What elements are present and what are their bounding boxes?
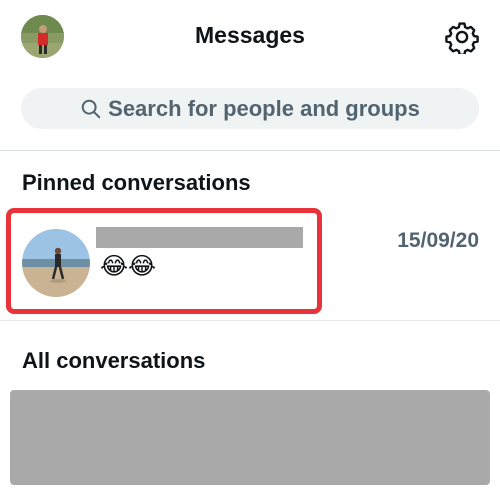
gear-icon — [445, 22, 479, 56]
redacted-conversation-list[interactable] — [10, 390, 490, 485]
divider — [0, 320, 500, 321]
conversation-date: 15/09/20 — [397, 229, 479, 252]
all-conversations-heading: All conversations — [22, 348, 206, 373]
redacted-name — [96, 227, 303, 248]
pinned-conversation-item[interactable]: 😂😂 15/09/20 — [0, 208, 500, 320]
message-preview: 😂😂 — [100, 253, 157, 280]
conversation-avatar — [22, 229, 90, 297]
page-title: Messages — [195, 22, 305, 48]
pinned-heading: Pinned conversations — [22, 170, 251, 195]
messages-header: Messages — [0, 0, 500, 76]
search-placeholder: Search for people and groups — [108, 95, 420, 121]
settings-button[interactable] — [445, 20, 479, 56]
search-icon — [81, 99, 101, 118]
divider — [0, 150, 500, 151]
search-input[interactable]: Search for people and groups — [21, 88, 479, 129]
